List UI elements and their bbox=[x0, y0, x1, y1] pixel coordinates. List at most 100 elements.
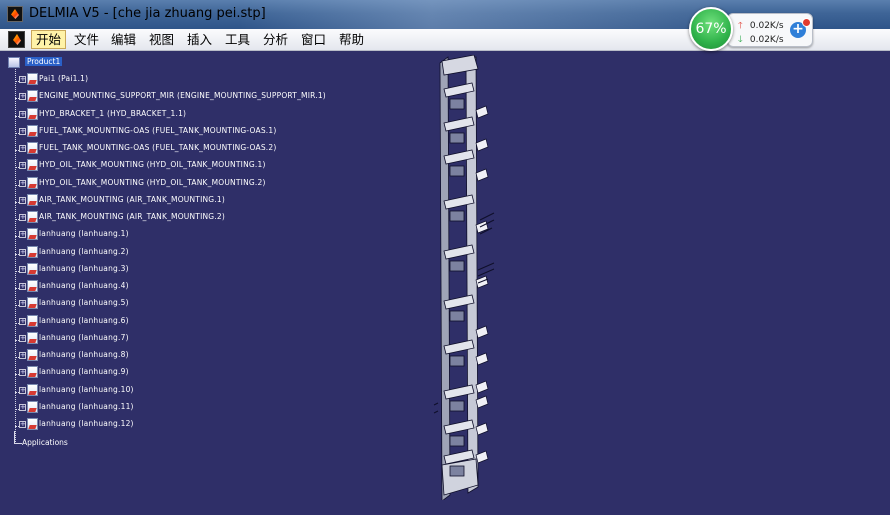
part-icon bbox=[27, 142, 38, 154]
part-icon bbox=[27, 280, 38, 292]
part-icon bbox=[27, 228, 38, 241]
expand-icon[interactable]: + bbox=[19, 283, 26, 290]
tree-root-label[interactable]: Product1 bbox=[25, 57, 63, 66]
mount-bracket bbox=[475, 325, 489, 339]
expand-icon[interactable]: + bbox=[19, 231, 26, 239]
part-icon bbox=[27, 159, 38, 172]
part-icon bbox=[27, 124, 38, 137]
tree-node-label: HYD_OIL_TANK_MOUNTING (HYD_OIL_TANK_MOUN… bbox=[39, 177, 266, 187]
part-icon bbox=[27, 193, 38, 206]
expand-icon[interactable]: + bbox=[19, 196, 26, 204]
tree-node-label: AIR_TANK_MOUNTING (AIR_TANK_MOUNTING.2) bbox=[39, 212, 225, 221]
part-icon bbox=[27, 262, 38, 275]
tree-node-label: HYD_OIL_TANK_MOUNTING (HYD_OIL_TANK_MOUN… bbox=[39, 160, 266, 170]
menu-item[interactable]: 文件 bbox=[70, 30, 103, 49]
part-icon bbox=[27, 418, 38, 430]
upload-speed: 0.02K/s bbox=[749, 21, 784, 31]
tree-node-label: lanhuang (lanhuang.6) bbox=[39, 315, 129, 325]
part-icon bbox=[27, 297, 38, 310]
expand-icon[interactable]: + bbox=[19, 317, 26, 325]
expand-icon[interactable]: + bbox=[19, 162, 26, 170]
tree-node-label: lanhuang (lanhuang.7) bbox=[39, 332, 129, 342]
part-icon bbox=[27, 176, 38, 189]
expand-icon[interactable]: + bbox=[19, 214, 26, 221]
expand-icon[interactable]: + bbox=[19, 403, 26, 411]
menu-item[interactable]: 分析 bbox=[259, 30, 292, 49]
expand-icon[interactable]: + bbox=[19, 352, 26, 359]
tree-node-label: FUEL_TANK_MOUNTING-OAS (FUEL_TANK_MOUNTI… bbox=[39, 125, 277, 135]
expand-icon[interactable]: + bbox=[19, 369, 26, 377]
part-icon bbox=[27, 245, 38, 258]
download-row: 🡓 0.02K/s bbox=[738, 32, 784, 48]
tree-node-label: HYD_BRACKET_1 (HYD_BRACKET_1.1) bbox=[39, 108, 187, 118]
part-icon bbox=[27, 107, 38, 120]
specification-tree: Product1 + Pai1 (Pai1.1) + ENGINE_MOUNTING_… bbox=[0, 50, 360, 450]
document-icon[interactable] bbox=[8, 31, 25, 48]
frame-window bbox=[449, 98, 465, 110]
title-bar-glass bbox=[240, 0, 720, 29]
tree-node-label: lanhuang (lanhuang.5) bbox=[39, 298, 129, 308]
menu-item[interactable]: 编辑 bbox=[107, 30, 140, 49]
part-icon bbox=[27, 400, 38, 413]
mount-bracket bbox=[475, 168, 489, 182]
network-speed-widget[interactable]: 🡑 0.02K/s 🡓 0.02K/s 67% + bbox=[689, 7, 813, 51]
tree-node-label: lanhuang (lanhuang.10) bbox=[39, 384, 134, 394]
expand-icon[interactable]: + bbox=[19, 110, 26, 118]
expand-icon[interactable]: + bbox=[19, 334, 26, 342]
menu-item[interactable]: 帮助 bbox=[335, 30, 368, 49]
part-icon bbox=[27, 331, 38, 344]
download-speed: 0.02K/s bbox=[749, 35, 784, 45]
frame-window bbox=[449, 465, 465, 477]
tree-node-label: lanhuang (lanhuang.2) bbox=[39, 246, 129, 256]
delmia-app-icon[interactable] bbox=[7, 6, 23, 22]
expand-icon[interactable]: + bbox=[19, 76, 26, 83]
applications-label: Applications bbox=[22, 438, 68, 447]
expand-icon[interactable]: + bbox=[19, 127, 26, 135]
mount-bracket bbox=[475, 105, 489, 119]
tree-node-label: lanhuang (lanhuang.3) bbox=[39, 263, 129, 273]
expand-icon[interactable]: + bbox=[19, 179, 26, 187]
tree-node-label: ENGINE_MOUNTING_SUPPORT_MIR (ENGINE_MOUN… bbox=[39, 91, 326, 101]
chassis-frame-3d-model[interactable] bbox=[428, 55, 518, 500]
expand-icon[interactable]: + bbox=[19, 386, 26, 394]
menu-item[interactable]: 开始 bbox=[31, 30, 67, 49]
product-icon bbox=[8, 57, 20, 68]
part-icon bbox=[27, 349, 38, 361]
tree-node-label: AIR_TANK_MOUNTING (AIR_TANK_MOUNTING.1) bbox=[39, 194, 225, 204]
menu-item[interactable]: 视图 bbox=[145, 30, 178, 49]
part-icon bbox=[27, 366, 38, 379]
tree-node-label: Pai1 (Pai1.1) bbox=[39, 74, 89, 83]
frame-window bbox=[449, 260, 465, 272]
expand-icon[interactable]: + bbox=[19, 421, 26, 428]
menu-item[interactable]: 工具 bbox=[221, 30, 254, 49]
memory-usage-badge[interactable]: 67% bbox=[689, 7, 733, 51]
expand-icon[interactable]: + bbox=[19, 265, 26, 273]
part-icon bbox=[27, 73, 38, 85]
part-icon bbox=[27, 211, 38, 223]
mount-bracket bbox=[475, 275, 489, 289]
notification-dot bbox=[802, 18, 811, 27]
frame-window bbox=[449, 400, 465, 412]
expand-icon[interactable]: + bbox=[19, 248, 26, 256]
frame-window bbox=[449, 310, 465, 322]
frame-window bbox=[449, 210, 465, 222]
menu-item[interactable]: 窗口 bbox=[297, 30, 330, 49]
tree-node-label: lanhuang (lanhuang.1) bbox=[39, 229, 129, 239]
expand-icon[interactable]: + bbox=[19, 93, 26, 101]
tree-node-label: lanhuang (lanhuang.12) bbox=[39, 419, 134, 428]
tree-node-label: FUEL_TANK_MOUNTING-OAS (FUEL_TANK_MOUNTI… bbox=[39, 143, 277, 152]
part-icon bbox=[27, 383, 38, 396]
tree-node-label: lanhuang (lanhuang.11) bbox=[39, 401, 134, 411]
left-side-bracket bbox=[433, 402, 439, 414]
expand-icon[interactable]: + bbox=[19, 300, 26, 308]
frame-window bbox=[449, 435, 465, 447]
expand-icon[interactable]: + bbox=[19, 145, 26, 152]
menu-item[interactable]: 插入 bbox=[183, 30, 216, 49]
frame-window bbox=[449, 355, 465, 367]
mount-bracket bbox=[475, 352, 489, 366]
tree-node-label: lanhuang (lanhuang.9) bbox=[39, 367, 129, 377]
mount-bracket bbox=[475, 138, 489, 152]
frame-window bbox=[449, 132, 465, 144]
download-arrow-icon: 🡓 bbox=[738, 35, 743, 45]
frame-window bbox=[449, 165, 465, 177]
